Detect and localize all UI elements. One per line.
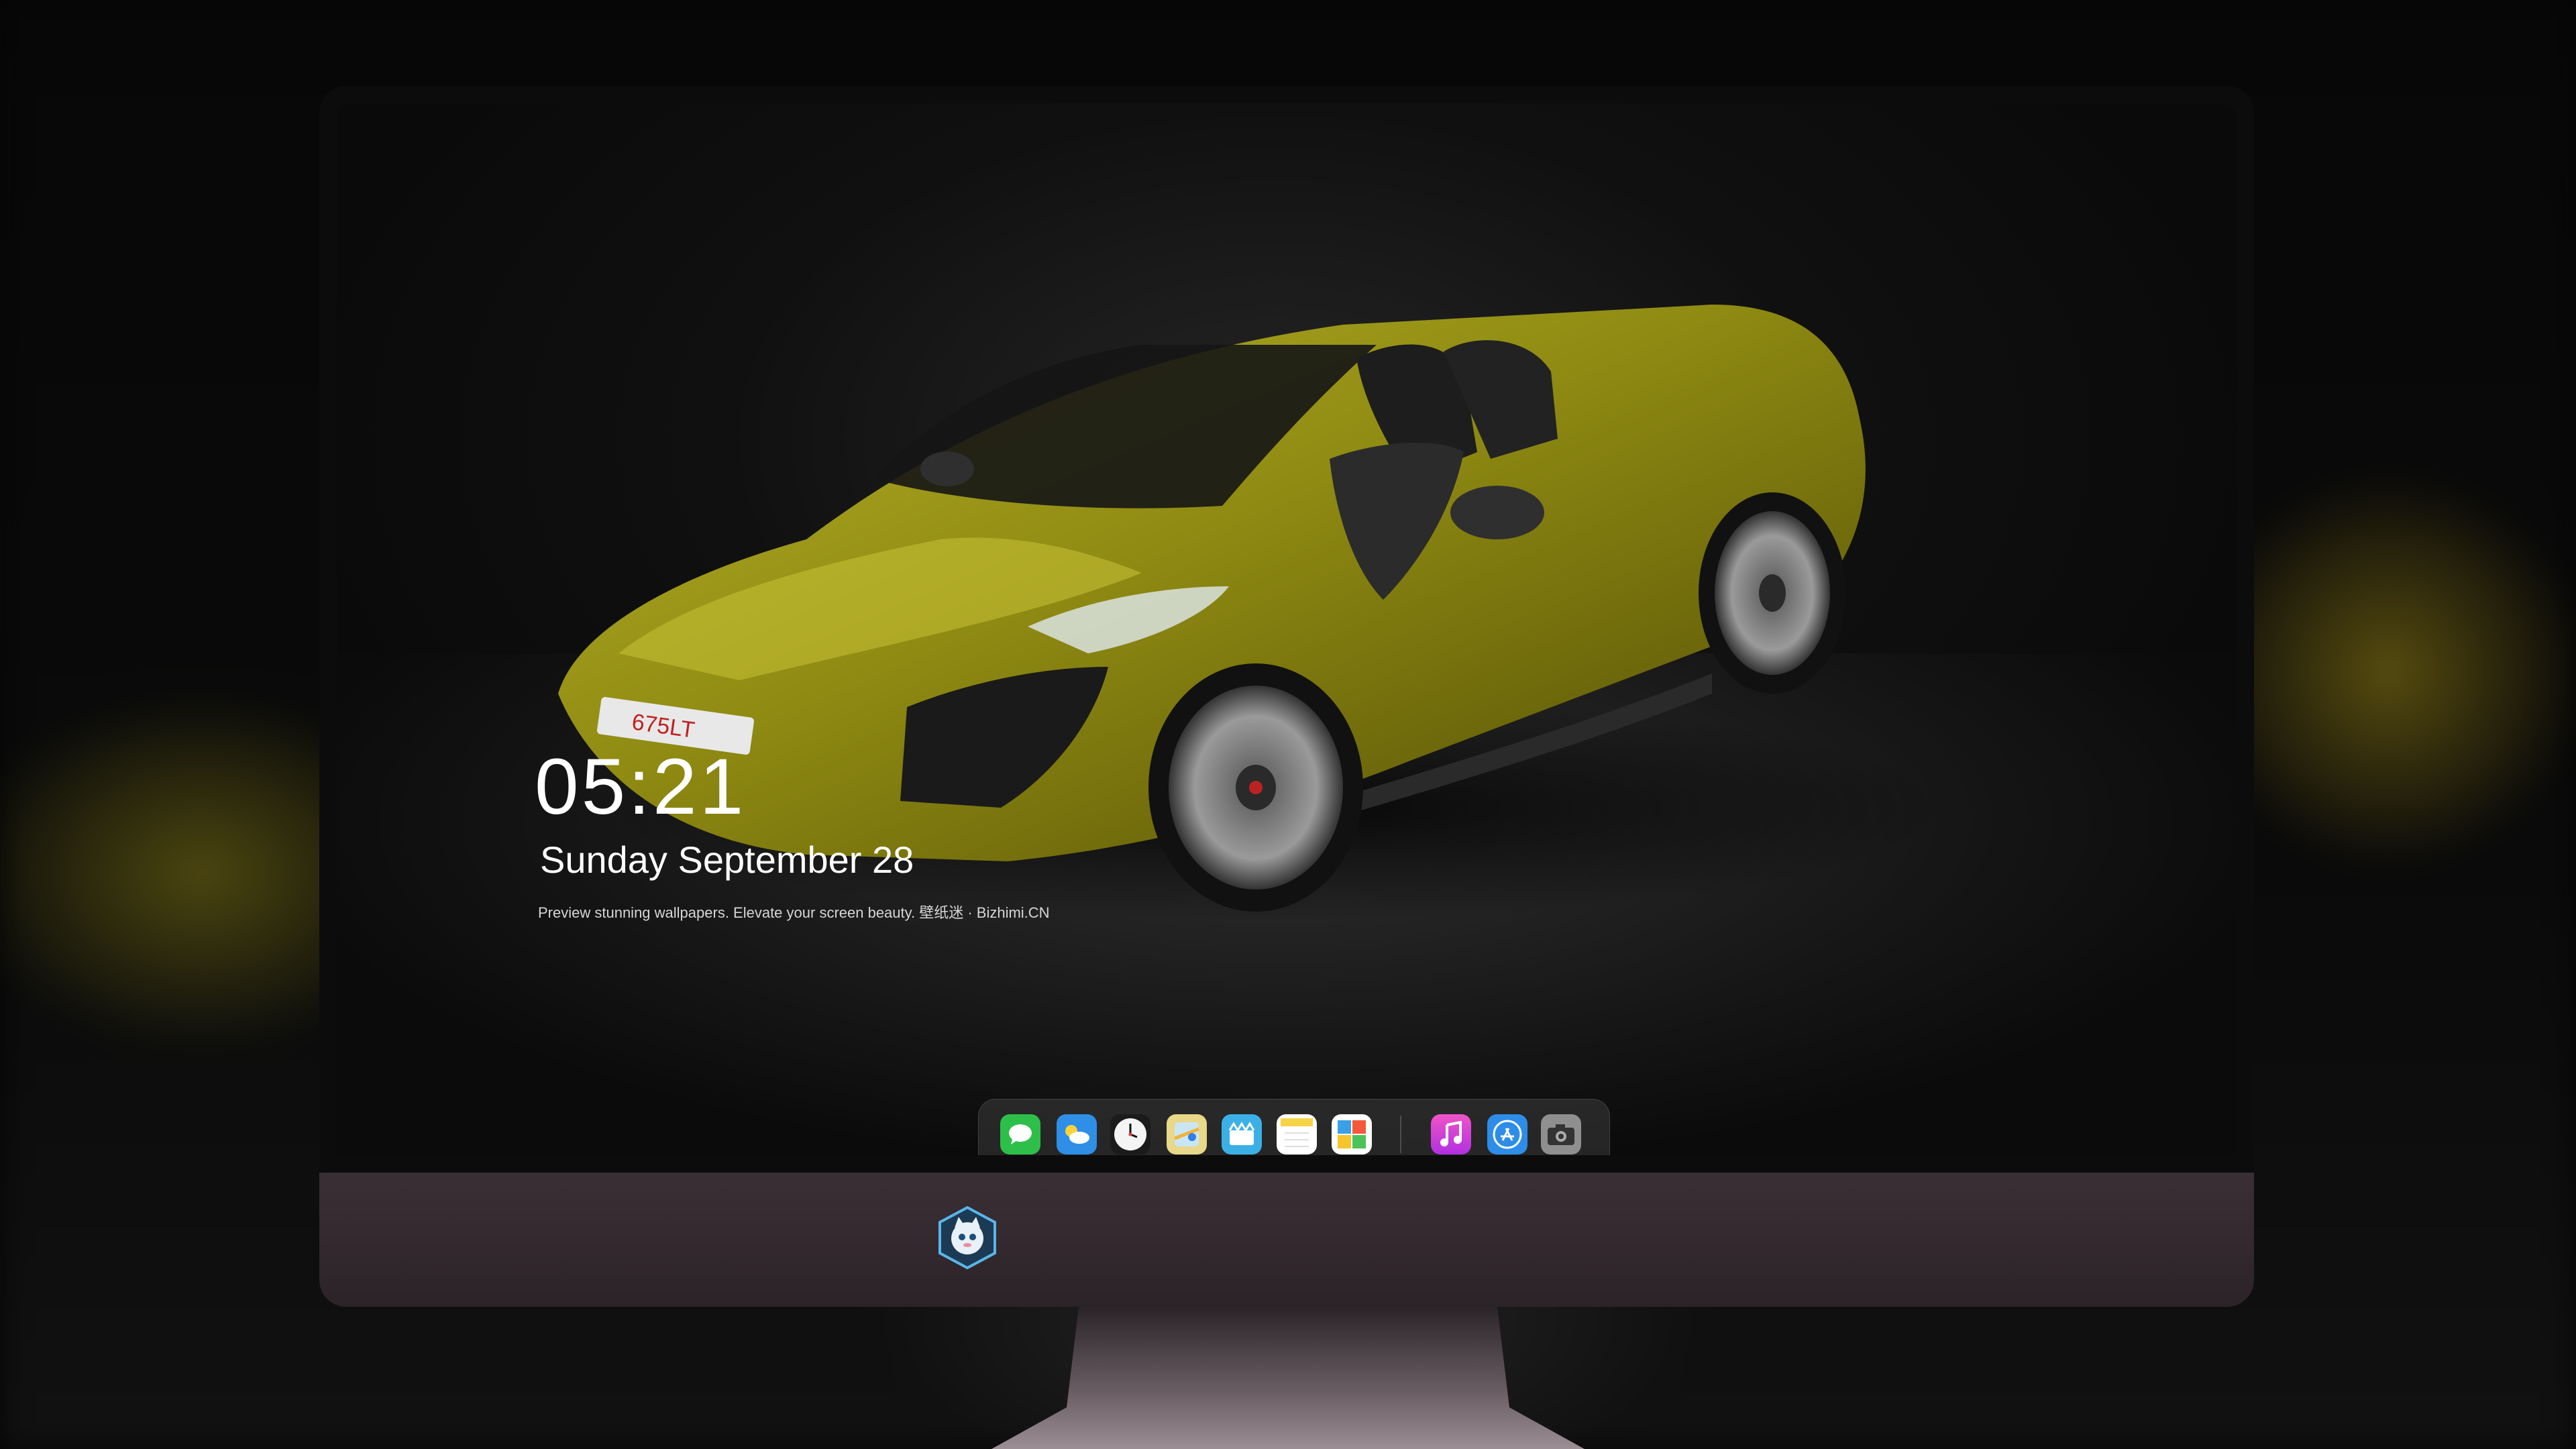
maps-icon[interactable]	[1167, 1114, 1207, 1155]
wallpaper-caption: Preview stunning wallpapers. Elevate you…	[538, 904, 1050, 921]
screen-bezel: 675LT 05:21 Sunday September 28 Preview …	[319, 86, 2254, 1173]
clock-icon[interactable]	[1110, 1114, 1150, 1155]
music-icon[interactable]	[1431, 1114, 1471, 1155]
weather-icon[interactable]	[1057, 1114, 1097, 1155]
dock-separator	[1400, 1116, 1401, 1153]
desktop-screen: 675LT 05:21 Sunday September 28 Preview …	[337, 103, 2237, 1155]
monitor-chin	[319, 1173, 2254, 1307]
lockscreen-time: 05:21	[535, 743, 747, 831]
monitor-stand	[991, 1307, 1585, 1449]
dock	[978, 1099, 1610, 1155]
lockscreen-date: Sunday September 28	[540, 839, 914, 881]
camera-icon[interactable]	[1541, 1114, 1581, 1155]
photos-grid-icon[interactable]	[1332, 1114, 1372, 1155]
clips-icon[interactable]	[1222, 1114, 1262, 1155]
messages-icon[interactable]	[1000, 1114, 1040, 1155]
notes-icon[interactable]	[1277, 1114, 1317, 1155]
cat-astronaut-logo-icon	[938, 1205, 996, 1270]
app-store-icon[interactable]	[1487, 1114, 1527, 1155]
wallpaper-car-image: 675LT	[558, 305, 1947, 922]
monitor: 675LT 05:21 Sunday September 28 Preview …	[319, 86, 2254, 1307]
